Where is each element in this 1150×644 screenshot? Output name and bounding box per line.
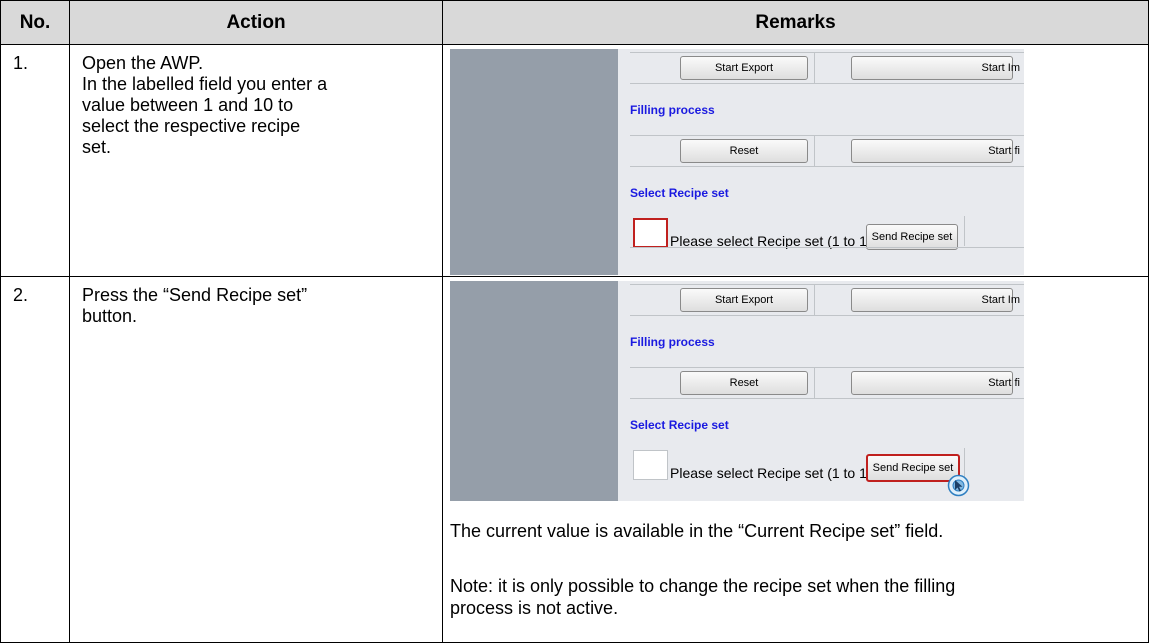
table-row: 1. Open the AWP. In the labelled field y… [0, 44, 1149, 277]
action-line: button. [82, 306, 138, 326]
start-filling-label: Start fi [988, 145, 1020, 157]
header-remarks: Remarks [442, 0, 1149, 45]
recipe-set-label: Please select Recipe set (1 to 10) [670, 465, 880, 481]
start-export-button[interactable]: Start Export [680, 56, 808, 80]
action-line: set. [82, 137, 112, 157]
step-number: 2. [0, 276, 70, 643]
start-filling-label: Start fi [988, 377, 1020, 389]
action-line: In the labelled field you enter a [82, 74, 328, 94]
start-import-button[interactable]: Start Im [851, 288, 1020, 312]
export-row: Start Export Start Im [630, 284, 1024, 316]
table-header-row: No. Action Remarks [0, 0, 1149, 45]
send-recipe-set-button[interactable]: Send Recipe set [866, 454, 960, 482]
note-line: Note: it is only possible to change the … [450, 576, 956, 596]
action-line: select the respective recipe [82, 116, 301, 136]
filling-row: Reset Start fi [630, 135, 1024, 167]
filling-process-heading: Filling process [630, 335, 715, 349]
step-remarks: Start Export Start Im Filling process Re… [442, 276, 1149, 643]
awp-sidebar [450, 281, 618, 501]
step-remarks: Start Export Start Im Filling process Re… [442, 44, 1149, 277]
recipe-set-input[interactable] [633, 450, 668, 480]
current-value-remark: The current value is available in the “C… [450, 521, 944, 541]
action-line: value between 1 and 10 to [82, 95, 294, 115]
note-line: process is not active. [450, 598, 619, 618]
click-cursor-icon [947, 474, 970, 497]
filling-process-heading: Filling process [630, 103, 715, 117]
action-line: Press the “Send Recipe set” [82, 285, 308, 305]
reset-button[interactable]: Reset [680, 371, 808, 395]
filling-row: Reset Start fi [630, 367, 1024, 399]
step-action: Press the “Send Recipe set” button. [69, 276, 443, 643]
header-no: No. [0, 0, 70, 45]
note-remark: Note: it is only possible to change the … [450, 575, 1138, 619]
step-number: 1. [0, 44, 70, 277]
awp-sidebar [450, 49, 618, 275]
start-import-label: Start Im [981, 294, 1020, 306]
start-export-button[interactable]: Start Export [680, 288, 808, 312]
action-line: Open the AWP. [82, 53, 204, 73]
start-filling-button[interactable]: Start fi [851, 139, 1020, 163]
reset-button[interactable]: Reset [680, 139, 808, 163]
start-import-button[interactable]: Start Im [851, 56, 1020, 80]
header-action: Action [69, 0, 443, 45]
step-action: Open the AWP. In the labelled field you … [69, 44, 443, 277]
recipe-set-input[interactable] [633, 218, 668, 248]
awp-screenshot: Start Export Start Im Filling process Re… [450, 49, 1024, 275]
table-row: 2. Press the “Send Recipe set” button. S… [0, 276, 1149, 643]
export-row: Start Export Start Im [630, 52, 1024, 84]
start-filling-button[interactable]: Start fi [851, 371, 1020, 395]
awp-screenshot: Start Export Start Im Filling process Re… [450, 281, 1024, 501]
select-recipe-heading: Select Recipe set [630, 418, 729, 432]
start-import-label: Start Im [981, 62, 1020, 74]
select-recipe-heading: Select Recipe set [630, 186, 729, 200]
instructions-table: No. Action Remarks 1. Open the AWP. In t… [0, 0, 1149, 643]
